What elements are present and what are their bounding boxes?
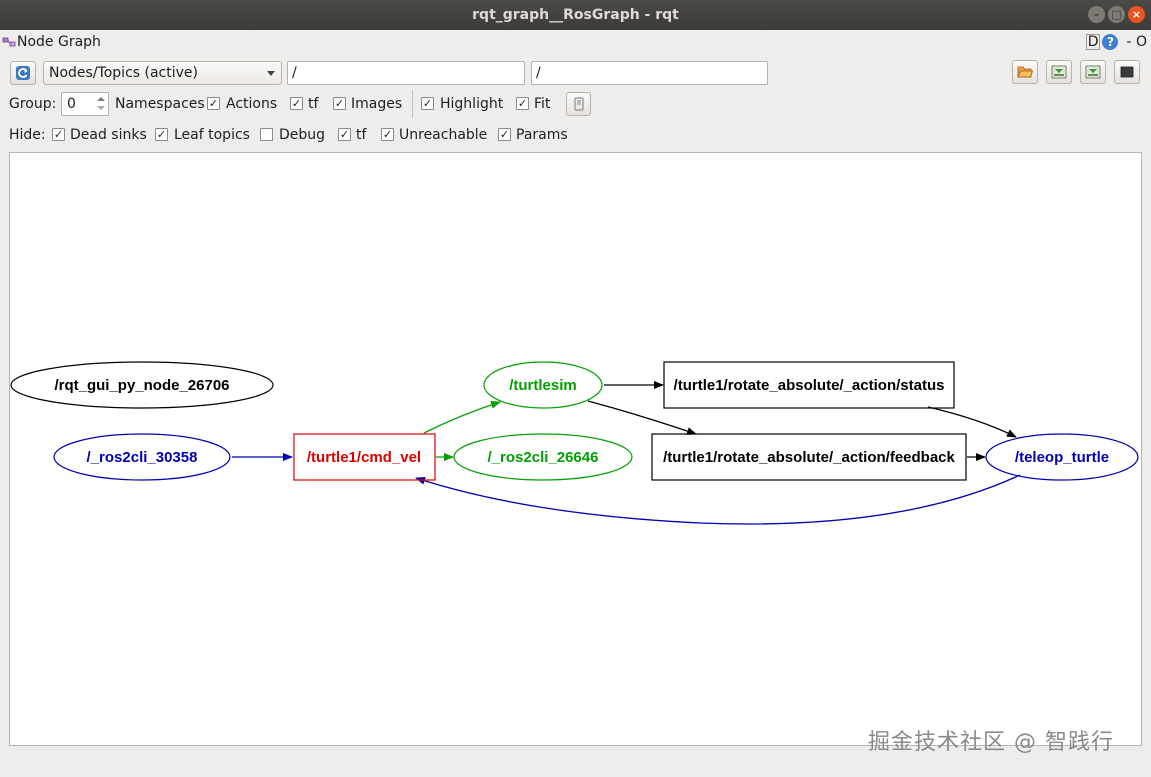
plugin-title: Node Graph (17, 34, 101, 50)
dead-sinks-checkbox[interactable]: ✓ (52, 128, 65, 141)
watermark: 掘金技术社区 @ 智践行 (868, 730, 1114, 755)
node-graph-icon (2, 37, 16, 47)
plugin-extra-controls[interactable]: - O (1126, 34, 1147, 50)
load-dot-button[interactable] (1012, 60, 1038, 84)
graph-canvas[interactable]: /rqt_gui_py_node_26706 /_ros2cli_30358 /… (9, 152, 1142, 746)
actions-checkbox[interactable]: ✓ (290, 97, 303, 110)
highlight-label: Highlight (440, 96, 504, 112)
plugin-controls: D ? - O (1085, 34, 1147, 50)
chevron-down-icon (267, 71, 275, 76)
tf-label: tf (308, 96, 319, 112)
graph-svg[interactable]: /rqt_gui_py_node_26706 /_ros2cli_30358 /… (10, 153, 1141, 745)
unreachable-label: Unreachable (399, 127, 488, 143)
images-label: Images (351, 96, 403, 112)
help-icon[interactable]: ? (1102, 34, 1119, 50)
topic-cmd-vel[interactable]: /turtle1/cmd_vel (293, 433, 436, 481)
debug-label: Debug (279, 127, 326, 143)
group-value: 0 (67, 96, 76, 112)
debug-checkbox[interactable] (260, 128, 273, 141)
minimize-icon[interactable]: – (1088, 6, 1105, 23)
edge-turtlesim-feedback (587, 400, 697, 435)
edge-teleop-cmdvel (415, 474, 1021, 525)
hide-label: Hide: (9, 127, 46, 143)
close-icon[interactable]: × (1128, 6, 1145, 23)
node-filter-input[interactable] (287, 61, 525, 85)
fit-in-view-button[interactable] (566, 92, 591, 116)
node-turtlesim-label: /turtlesim (509, 377, 577, 394)
node-teleop-turtle[interactable]: /teleop_turtle (985, 433, 1139, 481)
node-teleop-turtle-label: /teleop_turtle (1015, 449, 1109, 466)
spin-arrows[interactable] (96, 95, 106, 113)
images-checkbox[interactable]: ✓ (421, 97, 434, 110)
spin-up-icon[interactable] (97, 97, 105, 101)
hide-tf-checkbox[interactable]: ✓ (338, 128, 351, 141)
unreachable-checkbox[interactable]: ✓ (381, 128, 394, 141)
topic-action-feedback[interactable]: /turtle1/rotate_absolute/_action/feedbac… (651, 433, 967, 481)
save-image-button[interactable] (1114, 60, 1140, 84)
node-rqt-gui-label: /rqt_gui_py_node_26706 (54, 377, 229, 394)
node-turtlesim[interactable]: /turtlesim (483, 361, 603, 409)
plugin-header: Node Graph D ? - O (0, 32, 1151, 54)
dock-button[interactable]: D (1085, 34, 1101, 50)
leaf-topics-checkbox[interactable]: ✓ (155, 128, 168, 141)
folder-open-icon (1017, 66, 1033, 78)
topic-action-status[interactable]: /turtle1/rotate_absolute/_action/status (663, 361, 955, 409)
topic-cmd-vel-label: /turtle1/cmd_vel (307, 449, 421, 466)
group-label: Group: (9, 96, 57, 112)
topic-action-feedback-label: /turtle1/rotate_absolute/_action/feedbac… (663, 449, 955, 466)
node-ros2cli-26646[interactable]: /_ros2cli_26646 (453, 433, 633, 481)
window-controls: – □ × (1088, 6, 1145, 23)
actions-label: Actions (226, 96, 278, 112)
save-image-icon (1051, 65, 1067, 79)
tf-checkbox[interactable]: ✓ (333, 97, 346, 110)
namespaces-label: Namespaces (115, 96, 205, 112)
spin-down-icon[interactable] (97, 106, 105, 110)
topic-action-status-label: /turtle1/rotate_absolute/_action/status (674, 377, 945, 394)
hide-tf-label: tf (356, 127, 367, 143)
save-dot-button[interactable] (1046, 60, 1072, 84)
namespaces-checkbox[interactable]: ✓ (207, 97, 220, 110)
topic-filter-input[interactable] (531, 61, 768, 85)
toolbar-separator (412, 90, 413, 118)
screen-icon (1120, 66, 1134, 78)
leaf-topics-label: Leaf topics (174, 127, 250, 143)
node-ros2cli-30358-label: /_ros2cli_30358 (87, 449, 198, 466)
group-spinbox[interactable]: 0 (61, 92, 109, 116)
graph-mode-value: Nodes/Topics (active) (49, 65, 198, 81)
save-svg-button[interactable] (1080, 60, 1106, 84)
refresh-icon (16, 66, 30, 80)
params-label: Params (516, 127, 568, 143)
save-svg-icon (1085, 65, 1101, 79)
window-titlebar: rqt_graph__RosGraph - rqt – □ × (0, 0, 1151, 30)
node-ros2cli-26646-label: /_ros2cli_26646 (488, 449, 599, 466)
graph-mode-select[interactable]: Nodes/Topics (active) (43, 61, 282, 85)
edge-cmdvel-turtlesim (423, 400, 501, 434)
params-checkbox[interactable]: ✓ (498, 128, 511, 141)
window-title: rqt_graph__RosGraph - rqt (472, 7, 679, 23)
node-rqt-gui[interactable]: /rqt_gui_py_node_26706 (10, 361, 274, 409)
fit-view-icon (574, 97, 583, 111)
refresh-button[interactable] (10, 61, 36, 85)
highlight-checkbox[interactable]: ✓ (516, 97, 529, 110)
fit-label: Fit (534, 96, 551, 112)
edge-status-teleop (927, 406, 1017, 438)
dead-sinks-label: Dead sinks (70, 127, 147, 143)
node-ros2cli-30358[interactable]: /_ros2cli_30358 (53, 433, 231, 481)
maximize-icon[interactable]: □ (1108, 6, 1125, 23)
